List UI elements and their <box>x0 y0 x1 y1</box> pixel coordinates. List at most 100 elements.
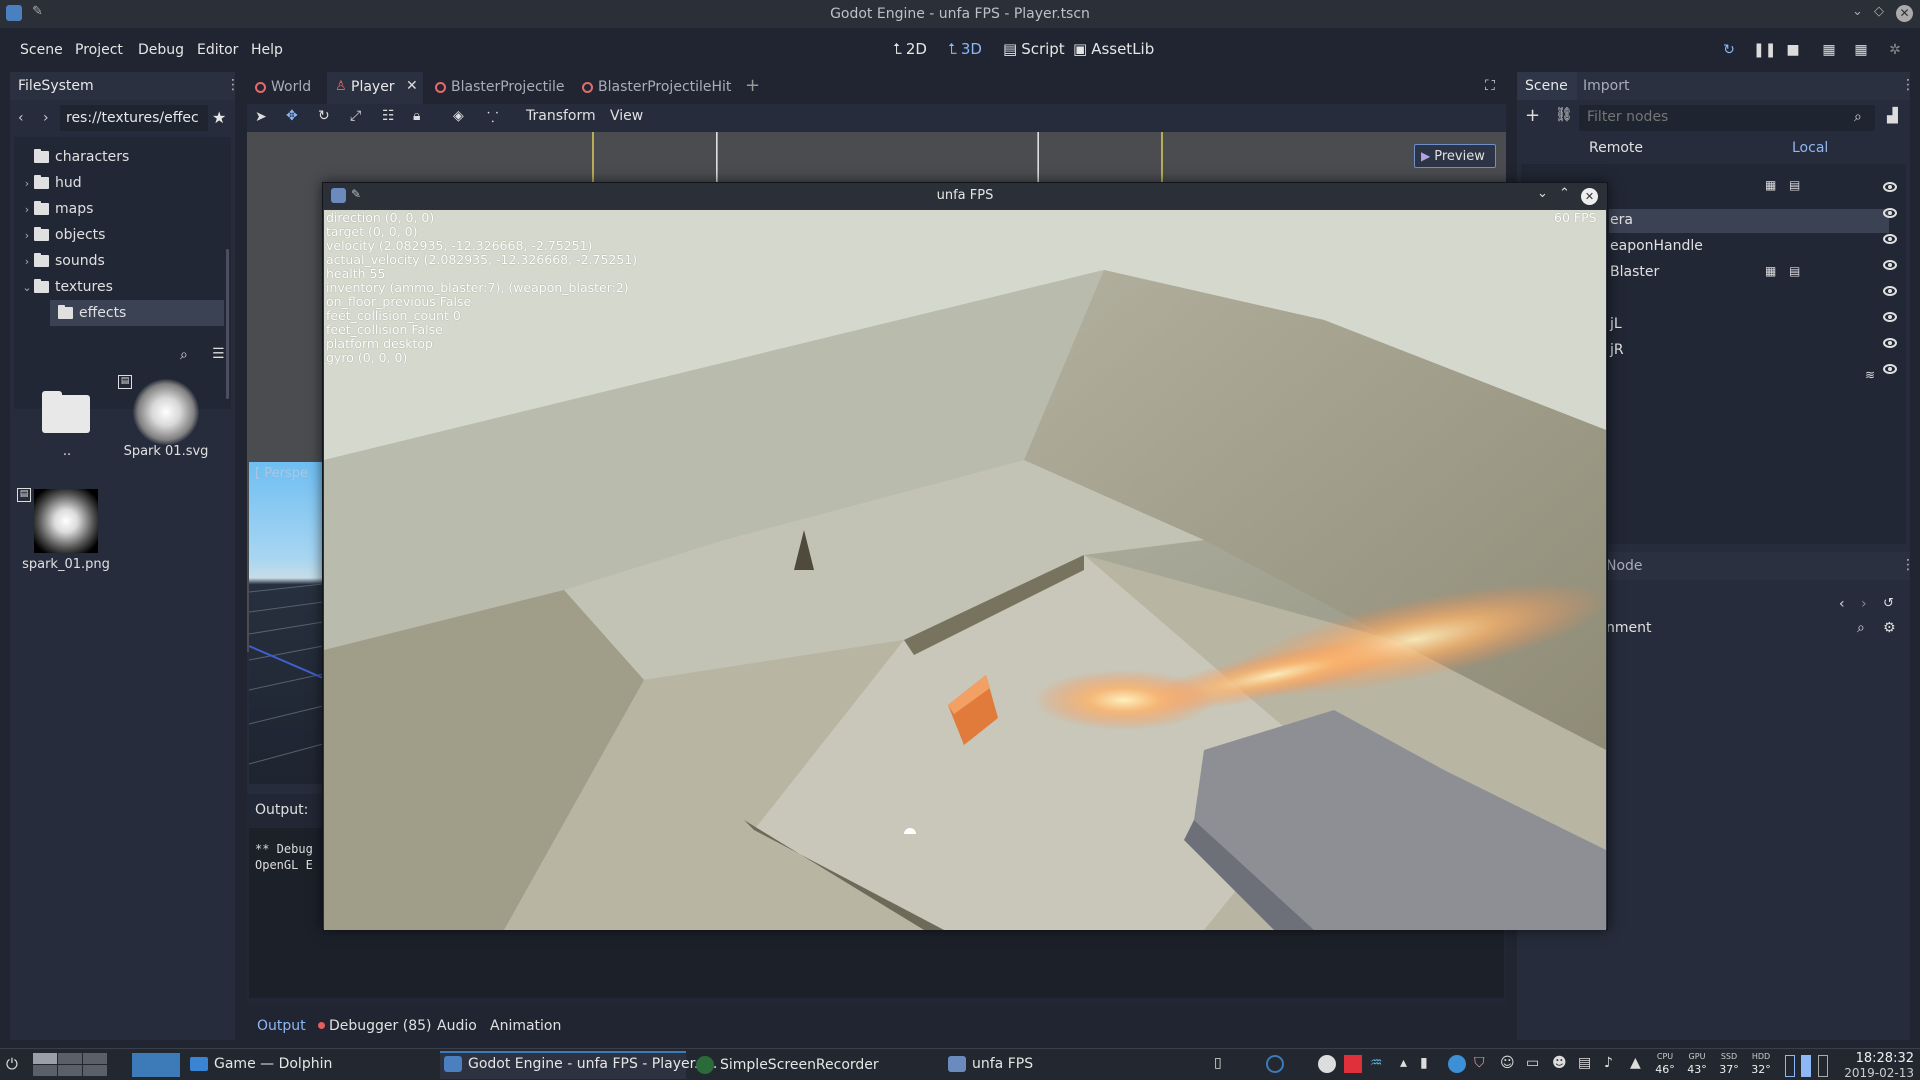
clipboard-icon[interactable]: ▤ <box>1578 1055 1596 1073</box>
menu-debug[interactable]: Debug <box>138 42 184 58</box>
script-icon[interactable]: ▤ <box>1789 178 1800 192</box>
forward-icon[interactable]: › <box>43 110 49 126</box>
tree-item-sounds[interactable]: › sounds <box>20 248 105 274</box>
tab-node[interactable]: Node <box>1606 558 1643 574</box>
close-icon[interactable]: ✕ <box>1896 5 1913 22</box>
play-icon[interactable]: ↻ <box>1721 42 1737 58</box>
display-icon[interactable]: ▭ <box>1526 1055 1544 1073</box>
desktop-pager-active[interactable] <box>132 1053 180 1077</box>
rotate-tool-icon[interactable]: ↻ <box>318 108 330 124</box>
play-scene-icon[interactable]: ▦ <box>1821 42 1837 58</box>
menu-editor[interactable]: Editor <box>197 42 238 58</box>
notifications-icon[interactable]: ▲ <box>1630 1055 1648 1073</box>
visibility-eye-icon[interactable] <box>1883 260 1897 270</box>
scale-tool-icon[interactable]: ⤢ <box>350 108 361 124</box>
local-tab[interactable]: Local <box>1792 140 1828 156</box>
discord-icon[interactable]: ☺ <box>1500 1055 1518 1073</box>
desktop-pager-2[interactable] <box>58 1053 82 1064</box>
menu-scene[interactable]: Scene <box>20 42 63 58</box>
chat-icon[interactable] <box>1448 1055 1466 1073</box>
visibility-eye-icon[interactable] <box>1883 208 1897 218</box>
bottom-tab-debugger[interactable]: Debugger (85) <box>329 1018 431 1034</box>
list-view-icon[interactable]: ☰ <box>212 346 225 362</box>
local-space-icon[interactable]: ◈ <box>453 108 464 124</box>
path-field[interactable]: res://textures/effec <box>60 105 208 131</box>
lock-icon[interactable]: 🔒︎ <box>413 108 420 124</box>
mode-assetlib-button[interactable]: ▣ AssetLib <box>1073 40 1154 58</box>
signal-icon[interactable]: ≋ <box>1865 368 1875 382</box>
tree-item-textures[interactable]: ⌄ textures <box>20 274 113 300</box>
desktop-pager-4[interactable] <box>33 1065 57 1076</box>
parent-folder-item[interactable] <box>42 387 92 433</box>
bottom-tab-animation[interactable]: Animation <box>490 1018 561 1034</box>
forward-icon[interactable]: › <box>1861 596 1867 612</box>
usb-icon[interactable]: ▮ <box>1420 1055 1438 1073</box>
stop-icon[interactable]: ■ <box>1785 42 1801 58</box>
transform-menu[interactable]: Transform <box>526 108 596 124</box>
node-blaster[interactable]: Blaster <box>1610 264 1659 280</box>
clock-date[interactable]: 2019-02-13 <box>1838 1066 1914 1080</box>
favorite-star-icon[interactable]: ★ <box>212 108 226 127</box>
mode-script-button[interactable]: ▤ Script <box>1003 40 1065 58</box>
visibility-eye-icon[interactable] <box>1883 338 1897 348</box>
battery-icon[interactable]: ▯ <box>1214 1055 1232 1073</box>
add-tab-icon[interactable]: + <box>745 75 760 96</box>
visibility-eye-icon[interactable] <box>1883 182 1897 192</box>
visibility-eye-icon[interactable] <box>1883 364 1897 374</box>
spark-svg-thumbnail[interactable] <box>133 379 199 445</box>
back-icon[interactable]: ‹ <box>18 110 24 126</box>
maximize-icon[interactable]: ⌃ <box>1559 186 1570 201</box>
recording-icon[interactable] <box>1344 1055 1362 1073</box>
tree-item-hud[interactable]: › hud <box>20 170 82 196</box>
tree-item-effects[interactable]: effects <box>50 300 224 326</box>
desktop-pager-1[interactable] <box>33 1053 57 1064</box>
tab-blasterprojectile[interactable]: BlasterProjectile <box>435 79 565 95</box>
link-icon[interactable]: ⛓ <box>1555 107 1573 123</box>
minimize-icon[interactable]: ⌄ <box>1537 186 1548 201</box>
dock-menu-icon[interactable]: ⋮ <box>226 77 240 93</box>
volume-icon[interactable]: ♪ <box>1604 1055 1622 1073</box>
file-search-input[interactable] <box>14 344 204 368</box>
instance-icon[interactable]: ▦ <box>1765 178 1776 192</box>
settings-icon[interactable]: ⚙ <box>1883 620 1896 636</box>
move-tool-icon[interactable]: ✥ <box>286 108 298 124</box>
back-icon[interactable]: ‹ <box>1839 596 1845 612</box>
node-weaponhandle[interactable]: eaponHandle <box>1610 238 1703 254</box>
mode-2d-button[interactable]: ⮤ 2D <box>893 40 927 58</box>
user-icon[interactable]: ☻ <box>1552 1055 1570 1073</box>
perspective-label[interactable]: [ Perspe <box>255 466 308 481</box>
filter-nodes-input[interactable]: ⌕ <box>1579 105 1875 131</box>
tree-scrollbar[interactable] <box>226 249 229 399</box>
snap-icon[interactable]: ⸪ <box>487 108 498 127</box>
clock-time[interactable]: 18:28:32 <box>1838 1051 1914 1066</box>
node-jl[interactable]: jL <box>1610 316 1622 332</box>
sync-icon[interactable] <box>1266 1055 1284 1073</box>
visibility-eye-icon[interactable] <box>1883 234 1897 244</box>
preview-button[interactable]: ▶ Preview <box>1414 144 1496 168</box>
tab-world[interactable]: World <box>255 79 311 95</box>
filter-nodes-field[interactable] <box>1579 105 1839 129</box>
instance-icon[interactable]: ▦ <box>1765 264 1776 278</box>
distraction-free-icon[interactable]: ⛶ <box>1485 78 1495 94</box>
maximize-icon[interactable]: ◇ <box>1874 4 1884 19</box>
task-simplescreenrecorder[interactable]: SimpleScreenRecorder <box>696 1056 879 1074</box>
task-godot[interactable]: Godot Engine - unfa FPS - Player.t... <box>444 1056 717 1072</box>
dock-menu-icon[interactable]: ⋮ <box>1901 557 1915 573</box>
bottom-tab-output[interactable]: Output <box>257 1018 306 1034</box>
close-icon[interactable]: ✕ <box>1581 188 1598 205</box>
tab-filesystem[interactable]: FileSystem <box>18 78 94 94</box>
steam-icon[interactable] <box>1318 1055 1336 1073</box>
search-icon[interactable]: ⌕ <box>1857 620 1865 636</box>
play-custom-scene-icon[interactable]: ▦ <box>1853 42 1869 58</box>
perspective-viewport-preview[interactable]: [ Perspe <box>249 462 323 784</box>
tree-item-maps[interactable]: › maps <box>20 196 93 222</box>
search-icon[interactable]: ⌕ <box>180 347 188 363</box>
tree-item-characters[interactable]: characters <box>34 144 129 170</box>
desktop-pager-3[interactable] <box>83 1053 107 1064</box>
desktop-pager-5[interactable] <box>58 1065 82 1076</box>
node-jr[interactable]: jR <box>1610 342 1624 358</box>
script-icon[interactable]: ▤ <box>1789 264 1800 278</box>
history-icon[interactable]: ↺ <box>1883 596 1894 611</box>
select-tool-icon[interactable]: ➤ <box>255 109 267 125</box>
tab-import[interactable]: Import <box>1583 78 1629 94</box>
